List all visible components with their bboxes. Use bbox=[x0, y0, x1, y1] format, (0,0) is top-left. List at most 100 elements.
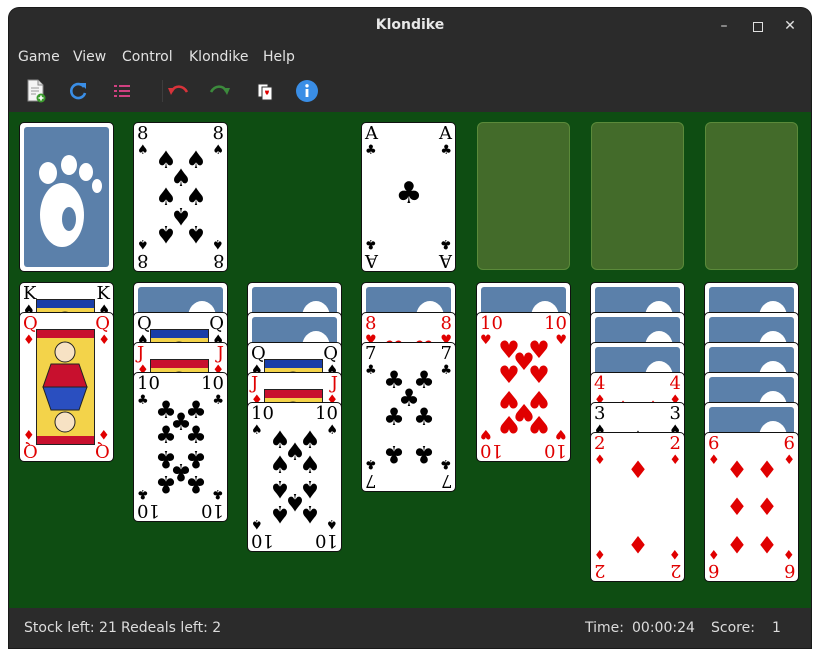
card-rank: J bbox=[251, 373, 259, 394]
club-icon: ♣ bbox=[155, 421, 177, 449]
spade-icon: ♠ bbox=[212, 143, 224, 158]
club-icon: ♣ bbox=[383, 403, 405, 431]
card-rank: 4 bbox=[594, 373, 606, 394]
redeals-left-label: Redeals left: 2 bbox=[121, 620, 222, 636]
foundation-slot-empty[interactable] bbox=[705, 122, 798, 270]
card-rank: J bbox=[137, 343, 145, 364]
tableau-card[interactable]: 10 10 ♣ ♣ 10 10 ♣ ♣ ♣ ♣ ♣ ♣ ♣ ♣ ♣ ♣ ♣ ♣ bbox=[133, 372, 228, 522]
gnome-foot-icon bbox=[39, 155, 102, 247]
card-rank: 2 bbox=[669, 560, 681, 581]
hint-icon[interactable] bbox=[253, 79, 277, 103]
club-icon: ♣ bbox=[212, 393, 224, 408]
redo-icon[interactable] bbox=[208, 79, 232, 103]
card-rank: 10 bbox=[315, 403, 338, 424]
club-icon: ♣ bbox=[365, 236, 377, 251]
club-icon: ♣ bbox=[137, 393, 149, 408]
spade-icon: ♠ bbox=[137, 236, 149, 251]
club-icon: ♣ bbox=[440, 143, 452, 158]
time-value: 00:00:24 bbox=[632, 620, 695, 636]
menu-control[interactable]: Control bbox=[122, 49, 173, 65]
card-rank: A bbox=[439, 250, 452, 271]
card-rank: 10 bbox=[137, 500, 160, 521]
spade-icon: ♠ bbox=[155, 220, 177, 248]
spade-icon: ♠ bbox=[185, 220, 207, 248]
card-rank: Q bbox=[95, 440, 110, 461]
menu-bar: Game View Control Klondike Help bbox=[9, 44, 811, 70]
tableau-card[interactable]: 7 7 ♣ ♣ 7 7 ♣ ♣ ♣ ♣ ♣ ♣ ♣ ♣ ♣ bbox=[361, 342, 456, 492]
undo-icon[interactable] bbox=[166, 79, 190, 103]
card-rank: 8 bbox=[365, 313, 377, 334]
card-rank: J bbox=[216, 343, 224, 364]
court-card-art bbox=[36, 329, 95, 445]
diamond-icon: ♦ bbox=[594, 453, 606, 468]
tableau-card[interactable]: 10 10 ♠ ♠ 10 10 ♠ ♠ ♠ ♠ ♠ ♠ ♠ ♠ ♠ ♠ ♠ ♠ bbox=[247, 402, 342, 552]
card-rank: 10 bbox=[480, 440, 503, 461]
card-rank: 10 bbox=[315, 530, 338, 551]
spade-icon: ♠ bbox=[269, 500, 291, 528]
club-icon: ♣ bbox=[365, 456, 377, 471]
game-board[interactable]: 88♠♠88♠♠♠♠♠♠♠♠♠♠AA♣♣AA♣♣♣KK♠♠KK♠♠QQ♦♦QQ♦… bbox=[9, 112, 811, 608]
spade-icon: ♠ bbox=[269, 451, 291, 479]
diamond-icon: ♦ bbox=[669, 546, 681, 561]
foundation-slot-empty[interactable] bbox=[477, 122, 570, 270]
tableau-card[interactable]: Q Q ♦ ♦ Q Q ♦ ♦ bbox=[19, 312, 114, 462]
spade-icon: ♠ bbox=[299, 451, 321, 479]
club-icon: ♣ bbox=[137, 486, 149, 501]
card-rank: A bbox=[365, 250, 378, 271]
card-rank: 8 bbox=[137, 250, 149, 271]
diamond-icon: ♦ bbox=[726, 456, 748, 484]
toolbar bbox=[9, 70, 811, 112]
close-button[interactable]: ✕ bbox=[780, 16, 800, 36]
menu-klondike[interactable]: Klondike bbox=[189, 49, 249, 65]
club-icon: ♣ bbox=[395, 176, 423, 211]
card-rank: Q bbox=[95, 313, 110, 334]
card-rank: A bbox=[365, 123, 378, 144]
tableau-card[interactable]: 10 10 ♥ ♥ 10 10 ♥ ♥ ♥ ♥ ♥ ♥ ♥ ♥ ♥ ♥ ♥ ♥ bbox=[476, 312, 571, 462]
maximize-button[interactable] bbox=[748, 16, 768, 36]
stock-pile[interactable] bbox=[19, 122, 114, 272]
card-rank: 7 bbox=[365, 470, 377, 491]
card-rank: 4 bbox=[669, 373, 681, 394]
diamond-icon: ♦ bbox=[627, 456, 649, 484]
new-game-icon[interactable] bbox=[24, 79, 48, 103]
card-rank: 3 bbox=[594, 403, 606, 424]
spade-icon: ♠ bbox=[251, 423, 263, 438]
club-icon: ♣ bbox=[413, 403, 435, 431]
title-bar: Klondike – ✕ bbox=[9, 8, 811, 44]
restart-icon[interactable] bbox=[66, 79, 90, 103]
menu-game[interactable]: Game bbox=[18, 49, 60, 65]
menu-help[interactable]: Help bbox=[263, 49, 295, 65]
info-icon[interactable] bbox=[295, 79, 319, 103]
foundation-slot-empty[interactable] bbox=[591, 122, 684, 270]
heart-icon: ♥ bbox=[498, 410, 520, 438]
card-rank: 2 bbox=[594, 433, 606, 454]
heart-icon: ♥ bbox=[480, 333, 492, 348]
card-rank: 10 bbox=[544, 313, 567, 334]
heart-icon: ♥ bbox=[555, 333, 567, 348]
card-rank: J bbox=[330, 373, 338, 394]
minimize-button[interactable]: – bbox=[714, 16, 734, 36]
heart-icon: ♥ bbox=[528, 361, 550, 389]
diamond-icon: ♦ bbox=[756, 493, 778, 521]
diamond-icon: ♦ bbox=[98, 333, 110, 348]
tableau-card[interactable]: 6 6 ♦ ♦ 6 6 ♦ ♦ ♦ ♦ ♦ ♦ ♦ ♦ bbox=[704, 432, 799, 582]
card-rank: 7 bbox=[365, 343, 377, 364]
diamond-icon: ♦ bbox=[708, 453, 720, 468]
waste-card[interactable]: 8 8 ♠ ♠ 8 8 ♠ ♠ ♠ ♠ ♠ ♠ ♠ ♠ ♠ ♠ bbox=[133, 122, 228, 272]
club-icon: ♣ bbox=[365, 363, 377, 378]
select-game-icon[interactable] bbox=[110, 79, 134, 103]
menu-view[interactable]: View bbox=[73, 49, 106, 65]
tableau-card[interactable]: 2 2 ♦ ♦ 2 2 ♦ ♦ ♦ ♦ bbox=[590, 432, 685, 582]
card-rank: 7 bbox=[440, 343, 452, 364]
app-window: Klondike – ✕ Game View Control Klondike … bbox=[9, 8, 811, 648]
card-rank: 7 bbox=[440, 470, 452, 491]
foundation-card[interactable]: A A ♣ ♣ A A ♣ ♣ ♣ bbox=[361, 122, 456, 272]
club-icon: ♣ bbox=[365, 143, 377, 158]
club-icon: ♣ bbox=[185, 421, 207, 449]
club-icon: ♣ bbox=[212, 486, 224, 501]
heart-icon: ♥ bbox=[528, 410, 550, 438]
club-icon: ♣ bbox=[440, 236, 452, 251]
diamond-icon: ♦ bbox=[726, 493, 748, 521]
card-rank: Q bbox=[323, 343, 338, 364]
card-rank: 10 bbox=[137, 373, 160, 394]
